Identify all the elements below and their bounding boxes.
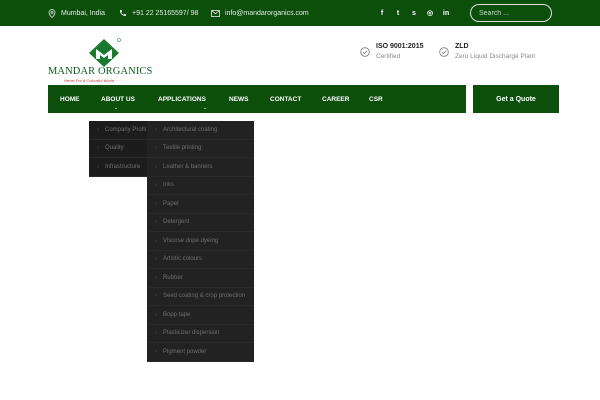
get-quote-button[interactable]: Get a Quote: [473, 85, 559, 113]
phone-icon: [118, 9, 127, 18]
chevron-right-icon: ›: [155, 256, 157, 263]
check-circle-icon: [439, 47, 449, 57]
cert-iso-subtitle: Certified: [376, 53, 401, 60]
chevron-right-icon: ›: [155, 348, 157, 355]
dropdown-item-textile-printing[interactable]: › Textile printing: [147, 140, 254, 158]
cert-zld: ZLD Zero Liquid Discharge Plant: [439, 42, 535, 61]
cert-iso: ISO 9001:2015 Certified: [360, 42, 423, 61]
site-logo[interactable]: MANDAR ORGANICS Never For A Colourful Wo…: [48, 37, 168, 85]
instagram-icon[interactable]: ◎: [422, 9, 438, 17]
nav-contact[interactable]: CONTACT: [270, 85, 301, 113]
applications-dropdown: › Architectural coating › Textile printing…: [147, 121, 254, 362]
nav-career[interactable]: CAREER: [322, 85, 349, 113]
dropdown-item-bopp-tape[interactable]: › Bopp tape: [147, 306, 254, 325]
envelope-icon: [211, 9, 220, 17]
chevron-down-icon: ⌄: [203, 105, 208, 111]
main-nav: HOME ABOUT US ⌄ APPLICATIONS ⌄ NEWS CONT…: [48, 85, 466, 113]
email-text: info@mandarorganics.com: [225, 9, 309, 17]
search-input[interactable]: [470, 4, 552, 22]
chevron-right-icon: ›: [155, 182, 157, 189]
page: Mumbai, India +91 22 25165597/ 98 info@m…: [0, 0, 600, 400]
dropdown-item-architectural-coating[interactable]: › Architectural coating: [147, 121, 254, 140]
dropdown-item-viscose-dope-dyeing[interactable]: › Viscose dope dyeing: [147, 232, 254, 251]
phone-text: +91 22 25165597/ 98: [132, 9, 199, 17]
nav-news[interactable]: NEWS: [229, 85, 249, 113]
chevron-right-icon: ›: [155, 293, 157, 300]
dropdown-item-artistic-colours[interactable]: › Artistic colours: [147, 251, 254, 269]
linkedin-icon[interactable]: in: [438, 10, 454, 17]
email-info[interactable]: info@mandarorganics.com: [211, 0, 309, 26]
social-links: f t s ◎ in: [374, 0, 454, 26]
cert-zld-title: ZLD: [455, 43, 469, 50]
nav-applications[interactable]: APPLICATIONS: [158, 85, 206, 113]
logo-mark: [89, 38, 121, 67]
dropdown-item-quality[interactable]: › Quality: [89, 140, 155, 158]
twitter-icon[interactable]: t: [390, 10, 406, 17]
brand-name: MANDAR ORGANICS: [48, 66, 153, 77]
location-info: Mumbai, India: [48, 0, 105, 26]
chevron-right-icon: ›: [155, 311, 157, 318]
chevron-right-icon: ›: [97, 145, 99, 152]
location-text: Mumbai, India: [61, 9, 105, 17]
dropdown-item-rubber[interactable]: › Rubber: [147, 269, 254, 288]
chevron-right-icon: ›: [155, 274, 157, 281]
dropdown-item-leather-banners[interactable]: › Leather & banners: [147, 158, 254, 177]
chevron-right-icon: ›: [155, 237, 157, 244]
check-circle-icon: [360, 47, 370, 57]
phone-info[interactable]: +91 22 25165597/ 98: [118, 0, 198, 26]
dropdown-item-infrastructure[interactable]: › Infrastructure: [89, 158, 155, 177]
dropdown-item-detergent[interactable]: › Detergent: [147, 214, 254, 232]
chevron-right-icon: ›: [155, 126, 157, 133]
dropdown-item-paper[interactable]: › Paper: [147, 195, 254, 214]
dropdown-item-plasticizer-dispersion[interactable]: › Plasticizer dispersion: [147, 325, 254, 343]
location-pin-icon: [48, 8, 56, 18]
about-us-dropdown: › Company Profil › Quality › Infrastructure: [89, 121, 155, 177]
dropdown-item-seed-coating[interactable]: › Seed coating & crop protection: [147, 288, 254, 306]
cert-iso-title: ISO 9001:2015: [376, 43, 424, 50]
chevron-right-icon: ›: [155, 219, 157, 226]
chevron-right-icon: ›: [97, 126, 99, 133]
nav-csr[interactable]: CSR: [369, 85, 383, 113]
brand-tagline: Never For A Colourful World: [64, 78, 114, 83]
chevron-right-icon: ›: [155, 163, 157, 170]
chevron-right-icon: ›: [97, 163, 99, 170]
facebook-icon[interactable]: f: [374, 10, 390, 17]
dropdown-item-company-profile[interactable]: › Company Profil: [89, 121, 155, 140]
chevron-right-icon: ›: [155, 200, 157, 207]
dropdown-item-pigment-powder[interactable]: › Pigment powder: [147, 343, 254, 362]
dropdown-item-inks[interactable]: › Inks: [147, 177, 254, 195]
chevron-right-icon: ›: [155, 145, 157, 152]
skype-icon[interactable]: s: [406, 10, 422, 17]
nav-home[interactable]: HOME: [60, 85, 80, 113]
top-bar: Mumbai, India +91 22 25165597/ 98 info@m…: [0, 0, 600, 26]
chevron-right-icon: ›: [155, 330, 157, 337]
cert-zld-subtitle: Zero Liquid Discharge Plant: [455, 53, 536, 60]
chevron-down-icon: ⌄: [114, 105, 119, 111]
